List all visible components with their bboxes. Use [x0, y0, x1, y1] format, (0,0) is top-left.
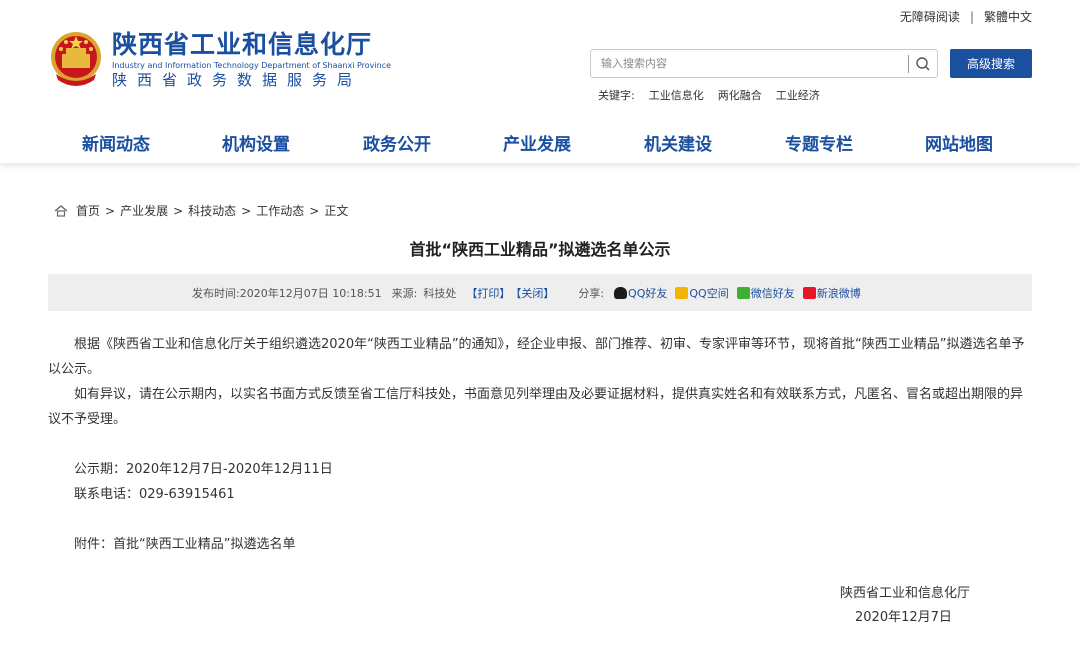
logo-title-cn: 陕西省工业和信息化厅: [112, 30, 373, 59]
close-link[interactable]: 【关闭】: [510, 285, 554, 301]
share-wechat-label: 微信好友: [750, 286, 795, 300]
nav-item-industry[interactable]: 产业发展: [503, 130, 571, 155]
signature-organization: 陕西省工业和信息化厅: [840, 586, 971, 601]
keyword-link[interactable]: 工业经济: [776, 87, 820, 103]
share-wechat[interactable]: 微信好友: [736, 285, 795, 301]
share-label: 分享:: [578, 286, 605, 300]
advanced-search-button[interactable]: 高级搜索: [950, 49, 1032, 78]
nav-item-sitemap[interactable]: 网站地图: [925, 130, 993, 155]
article-paragraph: 如有异议，请在公示期内，以实名书面方式反馈至省工信厅科技处，书面意见列举理由及必…: [48, 387, 1024, 427]
breadcrumb-arrow: >: [241, 203, 252, 218]
national-emblem-icon: [48, 30, 104, 90]
breadcrumb-work-news[interactable]: 工作动态: [256, 202, 304, 219]
search-icon[interactable]: [909, 51, 937, 77]
topbar-separator: |: [969, 9, 974, 24]
contact-phone: 联系电话：029-63915461: [74, 487, 235, 502]
breadcrumb-industry[interactable]: 产业发展: [120, 202, 168, 219]
top-utility-bar: 无障碍阅读 | 繁體中文: [900, 8, 1032, 25]
article-meta-bar: 发布时间: 2020年12月07日 10:18:51 来源: 科技处 【打印】 …: [48, 274, 1032, 311]
search-box: [590, 49, 938, 78]
traditional-chinese-link[interactable]: 繁體中文: [984, 8, 1032, 25]
source-value: 科技处: [423, 286, 457, 300]
nav-item-party-building[interactable]: 机关建设: [644, 130, 712, 155]
article-title: 首批“陕西工业精品”拟遴选名单公示: [409, 240, 671, 259]
breadcrumb: 首页 > 产业发展 > 科技动态 > 工作动态 > 正文: [54, 202, 348, 219]
breadcrumb-arrow: >: [173, 203, 184, 218]
publish-time: 2020年12月07日 10:18:51: [239, 286, 382, 300]
home-icon: [54, 204, 68, 217]
breadcrumb-arrow: >: [309, 203, 320, 218]
share-weibo[interactable]: 新浪微博: [802, 285, 861, 301]
nav-item-special-topics[interactable]: 专题专栏: [785, 130, 853, 155]
nav-item-news[interactable]: 新闻动态: [82, 130, 150, 155]
signature-date: 2020年12月7日: [855, 610, 952, 625]
qq-icon: [614, 286, 628, 299]
wechat-icon: [736, 286, 750, 299]
share-qq-zone[interactable]: QQ空间: [675, 285, 729, 301]
attachment-link[interactable]: 附件：首批“陕西工业精品”拟遴选名单: [48, 532, 1032, 557]
share-qq-friend-label: QQ好友: [628, 286, 668, 300]
breadcrumb-current: 正文: [324, 204, 349, 218]
nav-item-government-affairs[interactable]: 政务公开: [363, 130, 431, 155]
qq-zone-icon: [675, 286, 689, 299]
breadcrumb-home[interactable]: 首页: [76, 202, 100, 219]
keyword-link[interactable]: 两化融合: [718, 87, 762, 103]
breadcrumb-tech-news[interactable]: 科技动态: [188, 202, 236, 219]
publicity-period: 公示期：2020年12月7日-2020年12月11日: [74, 462, 333, 477]
main-navigation: 新闻动态 机构设置 政务公开 产业发展 机关建设 专题专栏 网站地图: [0, 118, 1080, 164]
print-link[interactable]: 【打印】: [466, 285, 510, 301]
publish-time-label: 发布时间:: [192, 286, 240, 300]
share-qq-friend[interactable]: QQ好友: [614, 285, 667, 301]
share-weibo-label: 新浪微博: [816, 286, 861, 300]
breadcrumb-arrow: >: [105, 203, 116, 218]
share-qq-zone-label: QQ空间: [689, 286, 729, 300]
logo-title-en: Industry and Information Technology Depa…: [112, 61, 392, 70]
weibo-icon: [802, 286, 816, 299]
search-input[interactable]: [591, 50, 908, 77]
article-body: 根据《陕西省工业和信息化厅关于组织遴选2020年“陕西工业精品”的通知》，经企业…: [48, 332, 1032, 557]
source-label: 来源:: [391, 286, 418, 300]
nav-item-organization[interactable]: 机构设置: [222, 130, 290, 155]
search-keywords: 关键字: 工业信息化 两化融合 工业经济: [598, 87, 834, 103]
site-logo[interactable]: 陕西省工业和信息化厅 Industry and Information Tech…: [48, 30, 391, 90]
accessibility-link[interactable]: 无障碍阅读: [900, 8, 960, 25]
keyword-link[interactable]: 工业信息化: [649, 87, 704, 103]
keywords-label: 关键字:: [598, 89, 635, 102]
logo-subtitle: 陕西省政务数据服务局: [112, 71, 363, 89]
article-paragraph: 根据《陕西省工业和信息化厅关于组织遴选2020年“陕西工业精品”的通知》，经企业…: [48, 337, 1025, 377]
